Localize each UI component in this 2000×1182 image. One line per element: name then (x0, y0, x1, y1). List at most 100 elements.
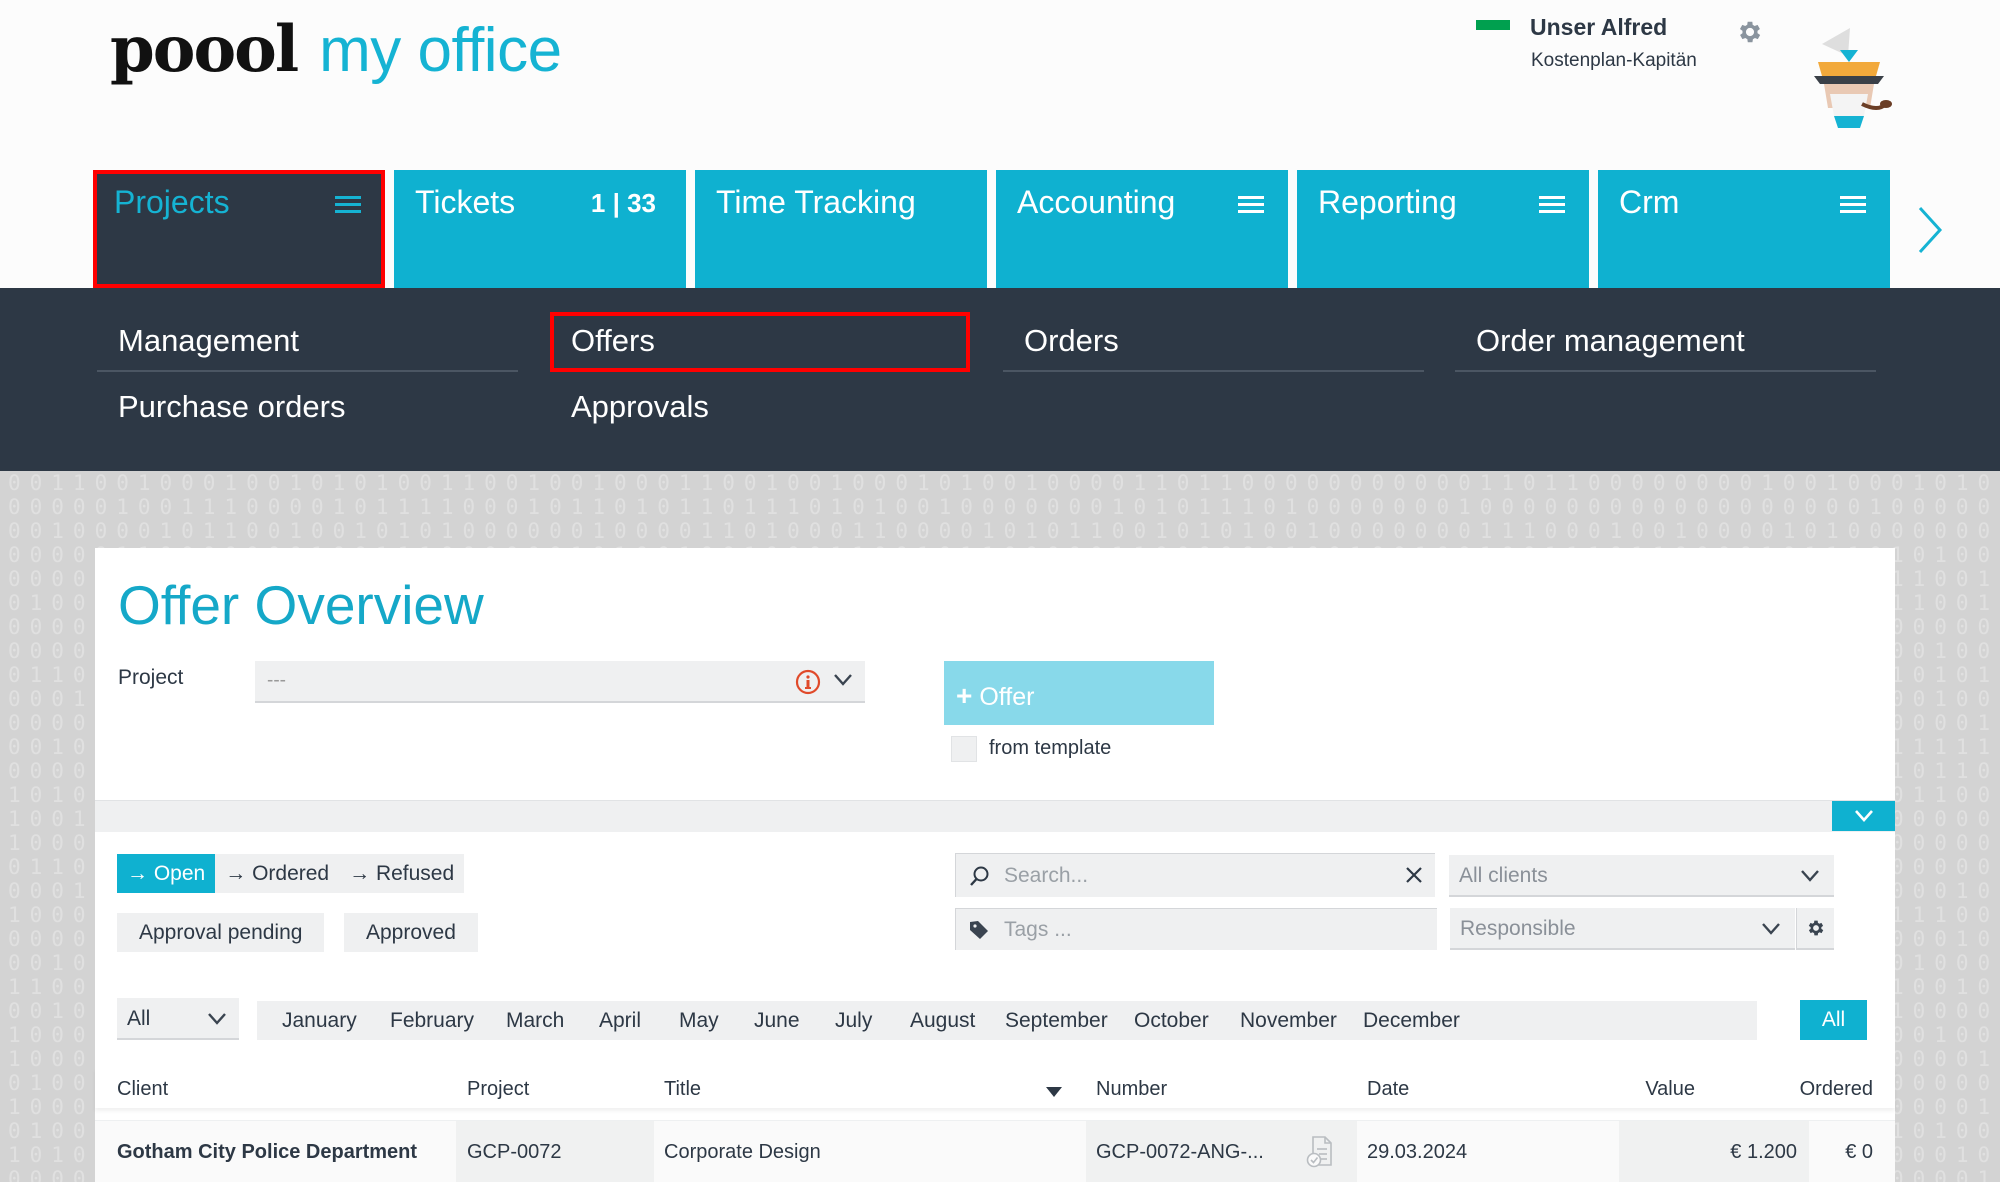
year-select[interactable]: All (117, 998, 239, 1040)
page-title: Offer Overview (118, 574, 484, 636)
nav-next-arrow[interactable] (1910, 200, 1950, 260)
column-header-ordered[interactable]: Ordered (1800, 1078, 1873, 1101)
tags-input[interactable]: Tags ... (955, 908, 1437, 950)
column-header-project[interactable]: Project (467, 1078, 529, 1101)
submenu-item-orders[interactable]: Orders (1003, 312, 1424, 372)
chevron-down-icon (1801, 870, 1819, 882)
offer-overview-panel: Offer Overview Project --- + Offer from … (95, 548, 1895, 1182)
table-header: Client Project Title Number Date Value O… (95, 1068, 1895, 1108)
settings-gear-icon[interactable] (1736, 18, 1764, 46)
document-approved-icon[interactable] (1305, 1135, 1335, 1169)
sort-descending-icon[interactable] (1045, 1086, 1063, 1098)
tag-icon (970, 921, 988, 939)
year-select-value: All (127, 1007, 151, 1030)
cell-client: Gotham City Police Department (117, 1141, 418, 1163)
chevron-down-icon (834, 674, 852, 686)
month-filter-june[interactable]: June (754, 1001, 800, 1040)
client-select[interactable]: All clients (1449, 855, 1834, 897)
status-filter-label: Ordered (252, 862, 330, 885)
submenu-item-purchase-orders[interactable]: Purchase orders (97, 378, 518, 438)
main-nav-tabs: Projects Tickets 1 | 33 Time Tracking Accoun… (93, 170, 1890, 288)
month-filter-february[interactable]: February (390, 1001, 474, 1040)
user-avatar[interactable] (1800, 20, 1900, 130)
status-filter-open[interactable]: → Open (117, 854, 216, 893)
submenu-item-offers[interactable]: Offers (550, 312, 970, 372)
info-warning-icon[interactable] (795, 669, 821, 695)
online-status-indicator (1476, 20, 1510, 30)
cell-title: Corporate Design (664, 1141, 821, 1163)
status-filter-ordered[interactable]: → Ordered (215, 854, 339, 893)
plus-icon: + (956, 679, 973, 711)
tab-reporting[interactable]: Reporting (1297, 170, 1589, 288)
month-filter-april[interactable]: April (599, 1001, 641, 1040)
chevron-down-icon (1762, 923, 1780, 935)
status-filter-group: → Open → Ordered → Refused (117, 854, 465, 893)
month-filter-all[interactable]: All (1800, 1000, 1867, 1040)
table-row[interactable]: Gotham City Police Department GCP-0072 C… (95, 1120, 1895, 1182)
hamburger-menu-icon[interactable] (1539, 196, 1565, 214)
close-icon[interactable] (1403, 864, 1425, 886)
submenu-item-approvals[interactable]: Approvals (550, 378, 970, 438)
from-template-label: from template (989, 737, 1112, 759)
chevron-down-icon (1855, 810, 1873, 822)
status-filter-label: Refused (375, 862, 455, 885)
hamburger-menu-icon[interactable] (1238, 196, 1264, 214)
submenu-item-order-management[interactable]: Order management (1455, 312, 1876, 372)
status-filter-refused[interactable]: → Refused (339, 854, 464, 893)
tab-label: Crm (1619, 184, 1680, 220)
search-input[interactable]: Search... (955, 853, 1435, 897)
tab-label: Time Tracking (716, 184, 916, 220)
tab-label: Reporting (1318, 184, 1457, 220)
responsible-settings-button[interactable] (1796, 908, 1834, 950)
tab-projects[interactable]: Projects (93, 170, 385, 288)
hamburger-menu-icon[interactable] (1840, 196, 1866, 214)
tab-crm[interactable]: Crm (1598, 170, 1890, 288)
toggle-filters-button[interactable] (1832, 801, 1895, 831)
responsible-select[interactable]: Responsible (1450, 908, 1795, 950)
approval-pending-filter[interactable]: Approval pending (117, 913, 325, 952)
gear-icon (1808, 920, 1824, 936)
cell-project: GCP-0072 (456, 1121, 654, 1182)
user-name[interactable]: Unser Alfred (1530, 14, 1667, 41)
tags-placeholder: Tags ... (1004, 918, 1072, 941)
add-offer-button[interactable]: + Offer (944, 661, 1214, 725)
month-filter-january[interactable]: January (282, 1001, 357, 1040)
cell-date: 29.03.2024 (1367, 1141, 1468, 1163)
tab-accounting[interactable]: Accounting (996, 170, 1288, 288)
month-filter-bar: January February March April May June July Augu… (257, 1001, 1757, 1040)
project-select[interactable]: --- (255, 661, 865, 703)
month-filter-august[interactable]: August (910, 1001, 975, 1040)
month-filter-october[interactable]: October (1134, 1001, 1209, 1040)
status-filter-label: Open (153, 862, 206, 885)
month-filter-november[interactable]: November (1240, 1001, 1337, 1040)
hamburger-menu-icon[interactable] (335, 196, 361, 214)
project-label: Project (118, 666, 184, 689)
search-placeholder: Search... (1004, 864, 1089, 887)
approved-filter[interactable]: Approved (344, 913, 478, 952)
logo-brand: poool (110, 12, 299, 87)
tab-label: Tickets (415, 184, 516, 220)
column-header-date[interactable]: Date (1367, 1078, 1409, 1101)
month-filter-may[interactable]: May (679, 1001, 719, 1040)
chevron-down-icon (208, 1013, 226, 1025)
projects-submenu: Management Offers Orders Order management Pu… (0, 288, 2000, 471)
month-filter-september[interactable]: September (1005, 1001, 1108, 1040)
tab-tickets[interactable]: Tickets 1 | 33 (394, 170, 686, 288)
month-filter-july[interactable]: July (835, 1001, 872, 1040)
logo[interactable]: poool my office (110, 12, 562, 87)
month-filter-december[interactable]: December (1363, 1001, 1460, 1040)
user-role: Kostenplan-Kapitän (1531, 50, 1697, 71)
column-header-value[interactable]: Value (1645, 1078, 1695, 1101)
arrow-right-icon: → (349, 862, 376, 885)
chevron-right-icon (1918, 206, 1943, 254)
from-template-checkbox[interactable] (951, 736, 977, 762)
month-filter-march[interactable]: March (506, 1001, 564, 1040)
add-offer-label: Offer (979, 682, 1035, 711)
submenu-item-management[interactable]: Management (97, 312, 518, 372)
column-header-title[interactable]: Title (664, 1078, 701, 1101)
column-header-client[interactable]: Client (117, 1078, 168, 1101)
app-header: poool my office Unser Alfred Kostenplan-… (0, 0, 2000, 170)
column-header-number[interactable]: Number (1096, 1078, 1167, 1101)
tab-time-tracking[interactable]: Time Tracking (695, 170, 987, 288)
cell-ordered: € 0 (1845, 1141, 1873, 1163)
